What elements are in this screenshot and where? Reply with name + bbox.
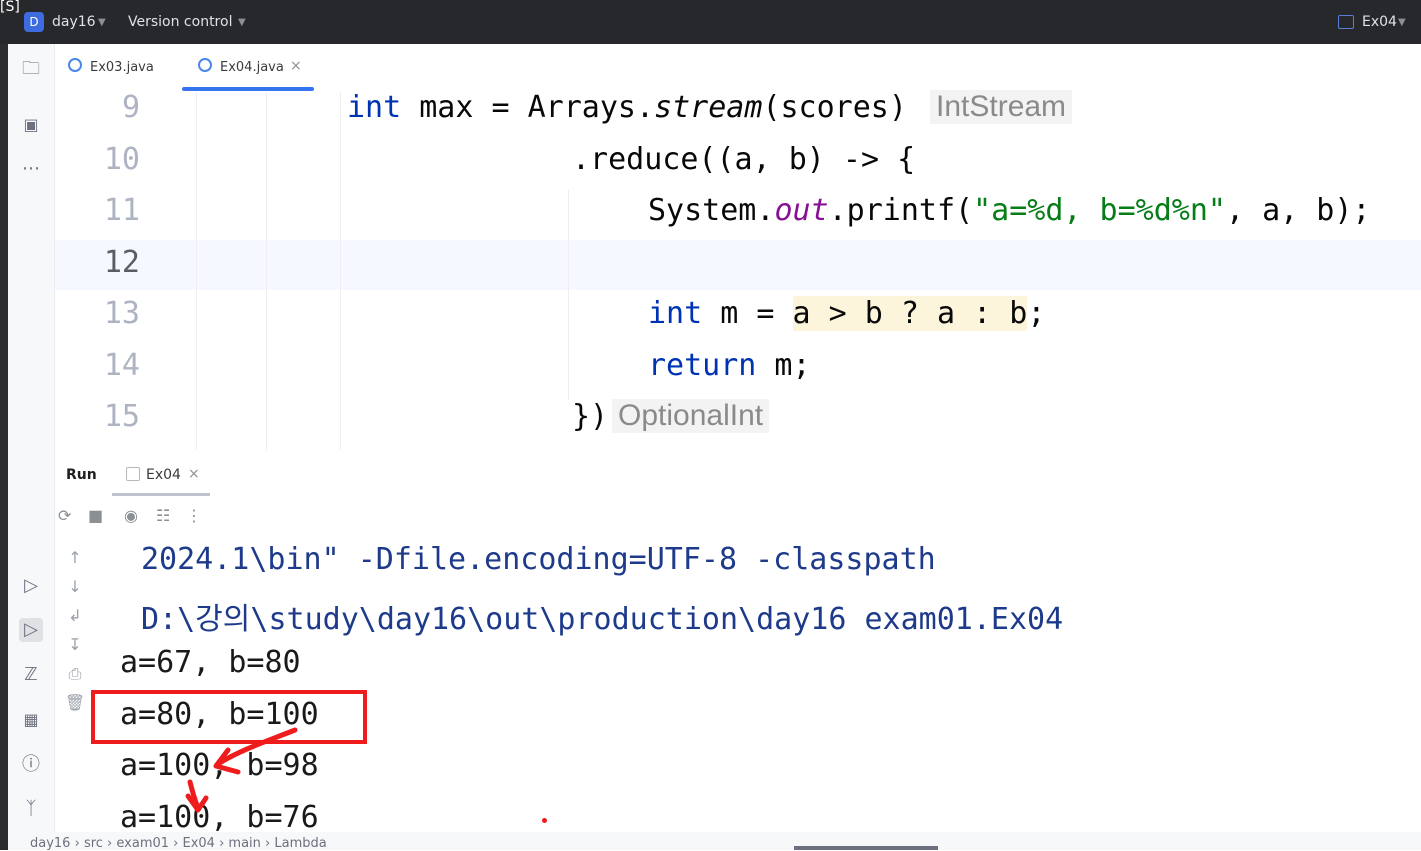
camera-icon[interactable]: ◉ [124, 506, 138, 525]
window-edge [0, 44, 8, 850]
project-badge[interactable]: D [24, 12, 44, 32]
code-text: m = [702, 296, 793, 331]
code-text: .printf( [828, 193, 974, 228]
line-number: 15 [103, 399, 140, 434]
restore-layout-icon[interactable]: ☷ [156, 506, 170, 525]
problems-icon[interactable]: ⓘ [19, 753, 43, 777]
active-tab-indicator [182, 87, 314, 91]
static-field: out [774, 193, 829, 228]
run-config-selector[interactable]: Ex04 [1362, 14, 1397, 30]
more-icon[interactable]: ⋯ [19, 157, 43, 181]
more-icon[interactable]: ⋮ [186, 506, 202, 525]
scroll-up-icon[interactable]: ↑ [60, 548, 90, 567]
scroll-down-icon[interactable]: ↓ [60, 577, 90, 596]
highlighted-expression: a > b ? a : b [792, 296, 1028, 331]
code-text: , a, b); [1226, 193, 1371, 228]
chevron-down-icon[interactable]: ▼ [238, 17, 246, 28]
code-line-14: return m; [648, 348, 811, 383]
line-number: 12 [103, 245, 140, 280]
line-number: 10 [103, 142, 140, 177]
version-control-menu[interactable]: Version control [128, 14, 232, 30]
trash-icon[interactable]: 🗑 [60, 693, 90, 712]
breadcrumb-item[interactable]: Lambda [274, 836, 326, 851]
breadcrumb-item[interactable]: exam01 [116, 836, 169, 851]
project-name[interactable]: day16 [52, 14, 96, 30]
chevron-down-icon[interactable]: ▼ [98, 17, 106, 28]
keyword: int [648, 296, 703, 331]
folder-icon[interactable]: 🗀 [19, 57, 43, 81]
breadcrumb-item[interactable]: src [84, 836, 103, 851]
line-number: 14 [103, 348, 140, 383]
build-icon[interactable]: ℤ [19, 663, 43, 687]
tab-ex03[interactable]: Ex03.java [90, 60, 154, 75]
java-class-icon [198, 58, 212, 72]
breadcrumb-item[interactable]: day16 [30, 836, 70, 851]
close-icon[interactable]: × [290, 58, 302, 74]
services-icon[interactable]: ▷ [19, 574, 43, 598]
status-bar: day16 › src › exam01 › Ex04 › main › Lam… [8, 832, 1421, 851]
breadcrumb: day16 › src › exam01 › Ex04 › main › Lam… [30, 836, 327, 851]
console-line: D:\강의\study\day16\out\production\day16 e… [141, 602, 1064, 637]
string-literal: "a=%d, b=%d%n" [973, 193, 1226, 228]
print-icon[interactable]: ⎙ [60, 664, 90, 684]
code-line-10: .reduce((a, b) -> { [572, 142, 916, 177]
terminal-icon[interactable]: ▦ [19, 708, 43, 732]
close-icon[interactable]: × [188, 466, 200, 482]
run-panel-title: Run [66, 467, 97, 483]
code-line-15: }) [572, 399, 609, 434]
annotation-dot [542, 818, 547, 823]
run-tab-ex04[interactable]: Ex04 [146, 467, 181, 483]
progress-handle [794, 846, 938, 850]
code-text: max = Arrays. [401, 90, 655, 125]
indent-guide [340, 92, 341, 450]
run-config-icon [1338, 15, 1354, 29]
code-line-13: int m = a > b ? a : b; [648, 296, 1045, 331]
console-line: 2024.1\bin" -Dfile.encoding=UTF-8 -class… [141, 542, 936, 577]
line-number: 11 [103, 193, 140, 228]
keyword: return [648, 348, 757, 383]
indent-guide [196, 92, 197, 450]
keyword: int [347, 90, 402, 125]
run-icon[interactable]: ▷ [19, 618, 43, 642]
indent-guide [568, 190, 569, 400]
run-config-icon [126, 467, 140, 481]
scroll-to-end-icon[interactable]: ↧ [60, 635, 90, 654]
code-text: ; [1027, 296, 1046, 331]
chevron-down-icon[interactable]: ▼ [1398, 17, 1406, 28]
code-line-11: System.out.printf("a=%d, b=%d%n", a, b); [648, 193, 1371, 228]
inlay-type-hint: OptionalInt [612, 399, 770, 433]
corner-tag: [S] [0, 0, 20, 15]
active-tab-indicator [112, 493, 210, 496]
line-number: 9 [121, 90, 140, 125]
rerun-icon[interactable]: ⟳ [58, 506, 71, 525]
java-class-icon [68, 58, 82, 72]
stop-icon[interactable]: ■ [88, 506, 103, 525]
soft-wrap-icon[interactable]: ↲ [60, 606, 90, 625]
tab-ex04[interactable]: Ex04.java [220, 60, 284, 75]
code-text: m; [756, 348, 811, 383]
annotation-arrows [185, 727, 298, 813]
console-line: a=67, b=80 [120, 645, 301, 680]
code-text: (scores) [762, 90, 907, 125]
line-number: 13 [103, 296, 140, 331]
structure-icon[interactable]: ▣ [19, 113, 43, 137]
indent-guide [266, 92, 267, 450]
current-line-highlight [55, 240, 1421, 290]
code-text: System. [648, 193, 775, 228]
code-line-9: int max = Arrays.stream(scores) [347, 90, 907, 125]
breadcrumb-item[interactable]: Ex04 [183, 836, 215, 851]
method-name: stream [654, 90, 763, 125]
inlay-type-hint: IntStream [930, 90, 1073, 124]
breadcrumb-item[interactable]: main [228, 836, 260, 851]
run-panel-header [55, 455, 1421, 497]
git-icon[interactable]: ᛉ [19, 797, 43, 821]
